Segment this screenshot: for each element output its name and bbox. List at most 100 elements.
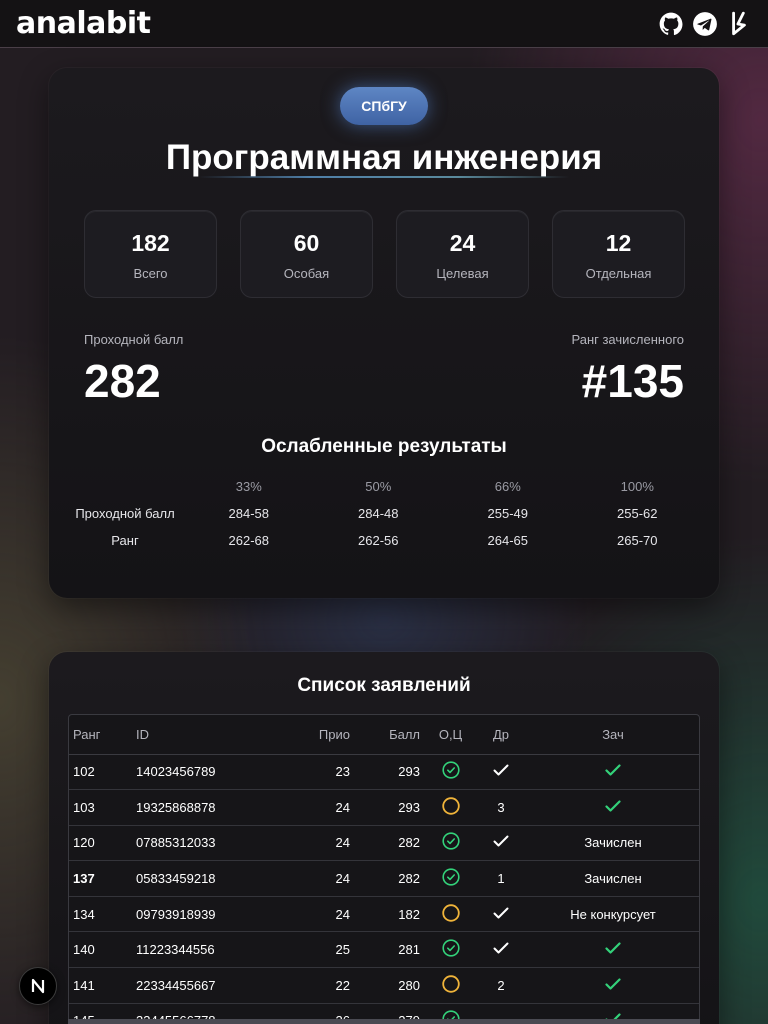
app-logo[interactable]: analabit <box>16 8 151 39</box>
brand-icon[interactable] <box>726 11 752 37</box>
cell-oc <box>426 931 475 969</box>
col-header-oc[interactable]: О,Ц <box>426 715 475 755</box>
cell-applicant-id: 09793918939 <box>132 896 292 933</box>
cell-enrolled <box>527 754 699 791</box>
cell-applicant-id: 19325868878 <box>132 789 292 826</box>
cell-applicant-id: 11223344556 <box>132 931 292 969</box>
cell-score: 281 <box>356 931 426 969</box>
weakened-col-header: 66% <box>494 479 521 494</box>
cell-priority: 22 <box>292 967 356 1004</box>
col-header-score[interactable]: Балл <box>356 715 426 755</box>
weakened-row-label: Ранг <box>111 533 139 548</box>
weakened-cell: 284-48 <box>358 506 399 521</box>
circle-pending-icon <box>441 975 460 996</box>
cell-score: 282 <box>356 860 426 897</box>
cell-applicant-id: 22334455667 <box>132 967 292 1004</box>
applications-title: Список заявлений <box>297 675 471 696</box>
university-badge[interactable]: СПбГУ <box>340 87 428 125</box>
stat-separate-label: Отдельная <box>585 266 652 281</box>
weakened-cell: 284-58 <box>228 506 269 521</box>
enrolled-rank-value: #135 <box>581 355 684 407</box>
weakened-results-table: 33% 50% 66% 100% Проходной балл 284-58 2… <box>66 473 702 554</box>
applications-body: 102 14023456789 23 293 103 19325868878 24 293 3 1… <box>69 754 699 1024</box>
cell-oc <box>426 896 475 933</box>
cell-priority: 24 <box>292 789 356 826</box>
cell-rank: 134 <box>69 896 132 933</box>
circle-pending-icon <box>441 903 460 925</box>
cell-other <box>475 825 527 862</box>
circle-check-icon <box>441 761 460 782</box>
enrolled-rank-label: Ранг зачисленного <box>571 332 684 347</box>
stat-total-value: 182 <box>131 230 170 256</box>
weakened-cell: 262-56 <box>358 533 399 548</box>
cell-rank: 141 <box>69 967 132 1004</box>
cell-priority: 24 <box>292 825 356 862</box>
stat-target: 24 Целевая <box>396 210 529 298</box>
circle-check-icon <box>441 832 460 853</box>
col-header-id[interactable]: ID <box>132 715 292 755</box>
check-icon <box>605 800 621 815</box>
table-row[interactable]: 141 22334455667 22 280 2 <box>69 967 699 1004</box>
program-card: СПбГУ Программная инженерия 182 Всего 60… <box>49 68 719 598</box>
cell-other <box>475 896 527 933</box>
weakened-cell: 262-68 <box>228 533 269 548</box>
weakened-cell: 265-70 <box>617 533 658 548</box>
cell-priority: 23 <box>292 754 356 791</box>
check-icon <box>493 907 509 922</box>
cell-oc <box>426 860 475 897</box>
col-header-priority[interactable]: Прио <box>292 715 356 755</box>
cell-enrolled <box>527 967 699 1004</box>
stat-target-value: 24 <box>449 230 476 256</box>
github-icon[interactable] <box>658 11 684 37</box>
weakened-cell: 255-49 <box>487 506 528 521</box>
header-icons <box>658 11 752 37</box>
telegram-icon[interactable] <box>692 11 718 37</box>
nextjs-icon <box>31 978 45 994</box>
weakened-row-pass: Проходной балл 284-58 284-48 255-49 255-… <box>66 500 702 527</box>
cell-oc <box>426 789 475 826</box>
cell-priority: 24 <box>292 896 356 933</box>
cell-rank: 103 <box>69 789 132 826</box>
applications-table-wrapper[interactable]: Ранг ID Прио Балл О,Ц Др Зач 102 14023456… <box>68 714 700 1024</box>
col-header-rank[interactable]: Ранг <box>69 715 132 755</box>
nextjs-dev-badge[interactable] <box>19 967 57 1005</box>
cell-rank: 137 <box>69 860 132 897</box>
table-row[interactable]: 102 14023456789 23 293 <box>69 754 699 791</box>
cell-score: 293 <box>356 789 426 826</box>
cell-score: 293 <box>356 754 426 791</box>
weakened-results-title: Ослабленные результаты <box>261 436 507 457</box>
col-header-enrolled[interactable]: Зач <box>527 715 699 755</box>
horizontal-scrollbar[interactable] <box>68 1019 700 1024</box>
check-icon <box>493 835 509 850</box>
cell-other <box>475 754 527 791</box>
cell-other: 3 <box>475 789 527 826</box>
cell-enrolled <box>527 789 699 826</box>
table-row[interactable]: 103 19325868878 24 293 3 <box>69 789 699 826</box>
cell-oc <box>426 754 475 791</box>
col-header-other[interactable]: Др <box>475 715 527 755</box>
weakened-header-row: 33% 50% 66% 100% <box>66 473 702 500</box>
check-icon <box>605 942 621 957</box>
cell-score: 182 <box>356 896 426 933</box>
table-row[interactable]: 140 11223344556 25 281 <box>69 931 699 969</box>
cell-other: 2 <box>475 967 527 1004</box>
cell-other <box>475 931 527 969</box>
cell-rank: 140 <box>69 931 132 969</box>
pass-score-value: 282 <box>84 355 161 407</box>
pass-score-label: Проходной балл <box>84 332 184 347</box>
cell-score: 280 <box>356 967 426 1004</box>
check-icon <box>493 942 509 957</box>
table-row[interactable]: 137 05833459218 24 282 1 Зачислен <box>69 860 699 897</box>
table-row[interactable]: 134 09793918939 24 182 Не конкурсует <box>69 896 699 933</box>
cell-enrolled <box>527 931 699 969</box>
cell-enrolled: Зачислен <box>527 860 699 897</box>
check-icon <box>605 978 621 993</box>
table-row[interactable]: 120 07885312033 24 282 Зачислен <box>69 825 699 862</box>
cell-priority: 25 <box>292 931 356 969</box>
weakened-corner-cell <box>66 473 184 500</box>
cell-other: 1 <box>475 860 527 897</box>
stat-special: 60 Особая <box>240 210 373 298</box>
weakened-cell: 264-65 <box>487 533 528 548</box>
circle-check-icon <box>441 939 460 960</box>
cell-applicant-id: 07885312033 <box>132 825 292 862</box>
